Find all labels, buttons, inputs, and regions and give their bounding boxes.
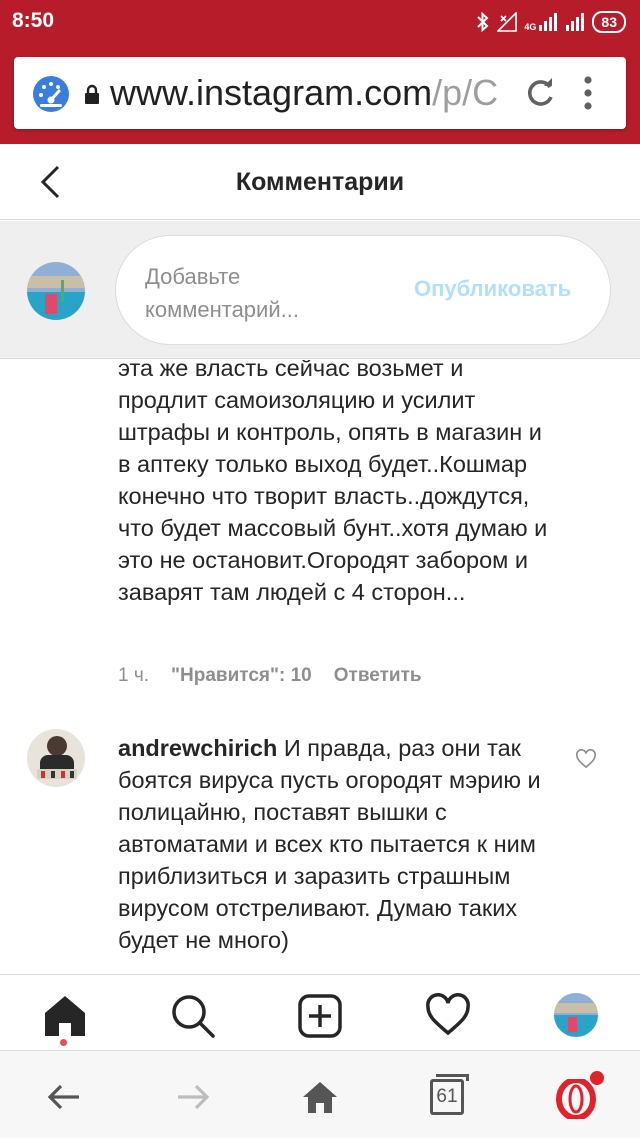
lock-icon [85,84,99,104]
activity-heart-icon[interactable] [425,993,471,1039]
comment-likes[interactable]: "Нравится": 10 [171,665,312,687]
back-arrow-icon[interactable] [45,1077,85,1117]
comment-text: эта же власть сейчас возьмет и продлит с… [118,360,548,605]
speed-dial-icon[interactable] [32,75,70,113]
notification-dot [60,1039,67,1046]
comment-username[interactable]: andrewchirich [118,735,277,761]
new-post-icon[interactable] [297,993,343,1039]
status-time: 8:50 [12,9,55,32]
instagram-bottom-nav [0,974,640,1050]
address-bar[interactable]: www.instagram.com/p/C [14,57,626,129]
comment-input[interactable]: Добавьте комментарий... Опубликовать [115,235,611,345]
url-host: www.instagram.com [110,72,433,113]
reload-icon[interactable] [522,75,558,111]
tabs-button[interactable]: 61 [430,1074,469,1115]
signal-icon [539,13,558,31]
browser-bottom-nav: 61 [0,1050,640,1138]
page-title: Комментарии [235,168,405,196]
comment-meta: 1 ч. "Нравится": 10 Ответить [118,665,422,687]
home-icon[interactable] [300,1077,340,1117]
home-icon[interactable] [42,993,88,1039]
url-text[interactable]: www.instagram.com/p/C [110,70,510,116]
comment-placeholder: Добавьте комментарий... [145,264,299,322]
avatar[interactable] [27,729,85,787]
browser-toolbar: www.instagram.com/p/C [0,44,640,144]
avatar [27,262,85,320]
signal-off-icon [497,12,518,32]
overflow-menu-icon[interactable] [582,73,594,113]
reply-button[interactable]: Ответить [334,665,422,687]
forward-arrow-icon[interactable] [172,1077,212,1117]
bluetooth-icon [477,12,489,32]
like-heart-icon[interactable] [575,749,597,769]
url-path: /p/C [432,72,499,113]
profile-avatar[interactable] [554,993,598,1037]
comment-text: И правда, раз они так боятся вируса пуст… [118,735,541,953]
battery-level: 83 [592,11,626,33]
opera-menu-icon[interactable] [556,1079,596,1119]
comment-composer: Добавьте комментарий... Опубликовать [0,221,640,359]
network-type: 4G [524,22,537,32]
comment-body: andrewchirich И правда, раз они так боят… [118,732,558,956]
notification-dot [590,1071,604,1085]
publish-button[interactable]: Опубликовать [414,276,571,302]
comments-header: Комментарии [0,144,640,220]
status-bar: 8:50 4G 83 [0,0,640,44]
signal-icon-2 [566,13,585,31]
search-icon[interactable] [170,993,216,1039]
comment-time[interactable]: 1 ч. [118,665,149,687]
status-icons: 4G 83 [476,10,626,34]
comments-list: эта же власть сейчас возьмет и продлит с… [0,360,640,974]
